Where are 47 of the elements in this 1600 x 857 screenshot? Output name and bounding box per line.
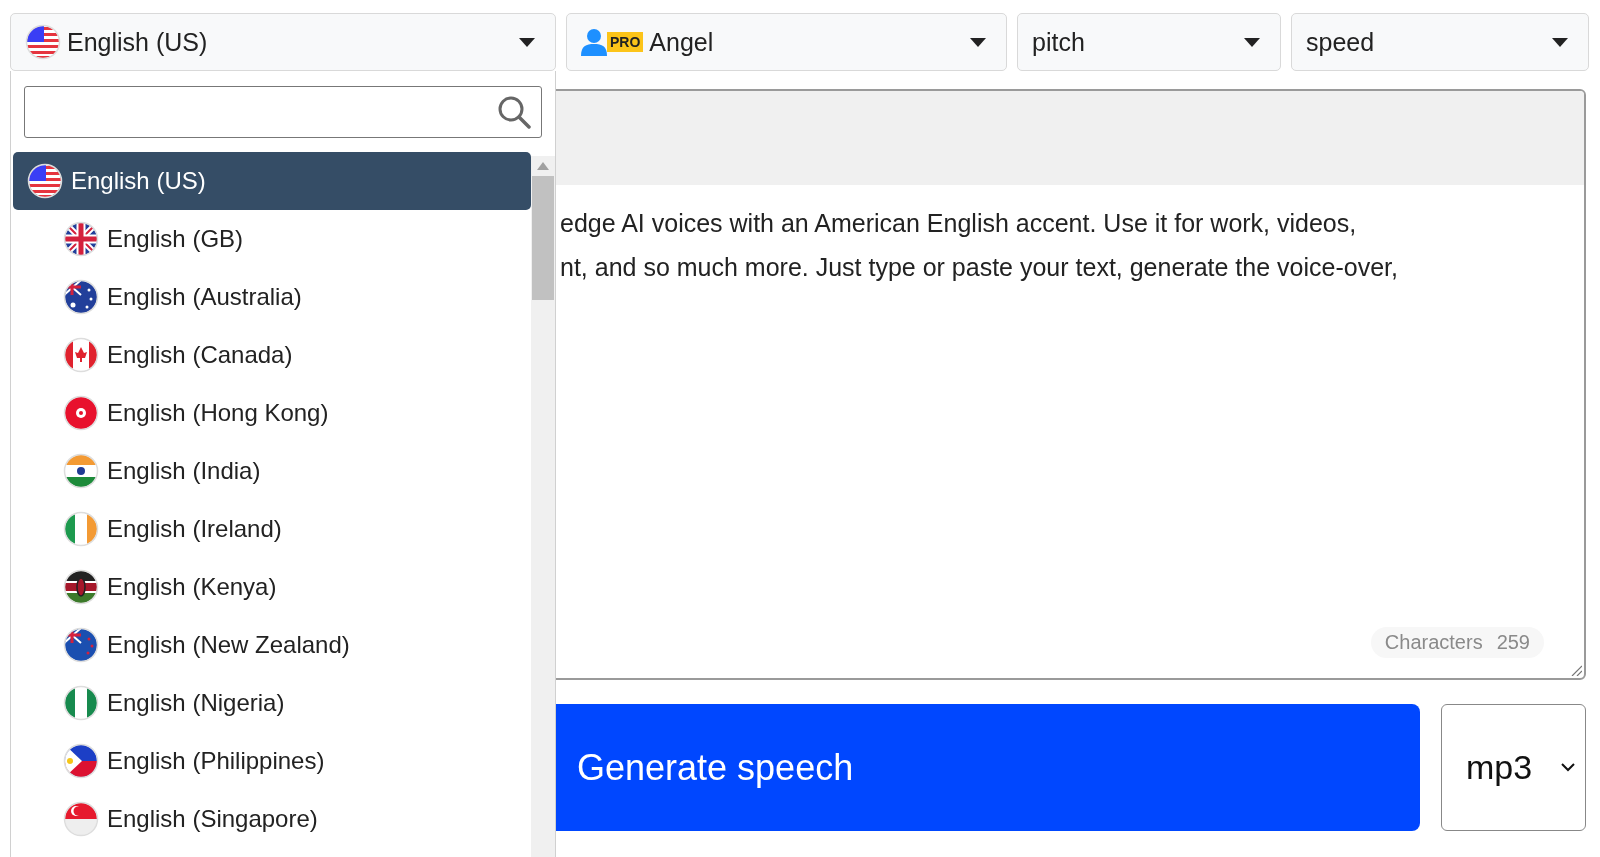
scroll-up-icon[interactable] bbox=[537, 162, 549, 170]
search-icon bbox=[497, 95, 531, 129]
caret-icon bbox=[1244, 37, 1260, 47]
format-select[interactable]: mp3 bbox=[1441, 704, 1586, 831]
language-option[interactable]: English (Hong Kong) bbox=[13, 384, 531, 442]
counter-label: Characters bbox=[1384, 631, 1483, 654]
caret-icon bbox=[1552, 37, 1568, 47]
language-select[interactable]: English (US) bbox=[10, 13, 556, 71]
flag-icon bbox=[63, 685, 99, 721]
flag-icon bbox=[27, 163, 63, 199]
flag-icon bbox=[25, 24, 61, 60]
language-option[interactable]: English (Singapore) bbox=[13, 790, 531, 848]
language-option[interactable]: English (Canada) bbox=[13, 326, 531, 384]
language-option[interactable]: English (New Zealand) bbox=[13, 616, 531, 674]
language-option[interactable]: English (GB) bbox=[13, 210, 531, 268]
flag-icon bbox=[63, 395, 99, 431]
flag-icon bbox=[63, 627, 99, 663]
language-option[interactable]: English (Kenya) bbox=[13, 558, 531, 616]
resize-grip-icon[interactable] bbox=[1570, 664, 1582, 676]
language-option[interactable]: English (Australia) bbox=[13, 268, 531, 326]
flag-icon bbox=[63, 743, 99, 779]
text-line: edge AI voices with an American English accent. Use it for work, videos, bbox=[560, 208, 1358, 239]
flag-icon bbox=[63, 337, 99, 373]
counter-value: 259 bbox=[1496, 631, 1530, 654]
language-option[interactable]: English (India) bbox=[13, 442, 531, 500]
scrollbar[interactable] bbox=[531, 156, 555, 857]
flag-icon bbox=[63, 801, 99, 837]
language-option[interactable]: English (US) bbox=[13, 152, 531, 210]
pro-badge: PRO bbox=[607, 32, 644, 52]
pitch-select[interactable]: pitch bbox=[1017, 13, 1281, 71]
flag-icon bbox=[63, 453, 99, 489]
chevron-down-icon bbox=[1561, 763, 1575, 772]
speed-select[interactable]: speed bbox=[1291, 13, 1589, 71]
search-field[interactable] bbox=[24, 86, 542, 138]
caret-icon bbox=[970, 37, 986, 47]
scroll-thumb[interactable] bbox=[532, 176, 554, 300]
language-option[interactable]: English (Ireland) bbox=[13, 500, 531, 558]
text-line: nt, and so much more. Just type or paste your text, generate the voice-over, bbox=[560, 252, 1399, 283]
language-option[interactable]: English (Nigeria) bbox=[13, 674, 531, 732]
person-icon bbox=[581, 28, 607, 56]
flag-icon bbox=[63, 279, 99, 315]
flag-icon bbox=[63, 221, 99, 257]
flag-icon bbox=[63, 511, 99, 547]
flag-icon bbox=[63, 569, 99, 605]
caret-icon bbox=[519, 37, 535, 47]
language-option[interactable]: English (Philippines) bbox=[13, 732, 531, 790]
voice-select[interactable]: PRO Angel bbox=[566, 13, 1007, 71]
